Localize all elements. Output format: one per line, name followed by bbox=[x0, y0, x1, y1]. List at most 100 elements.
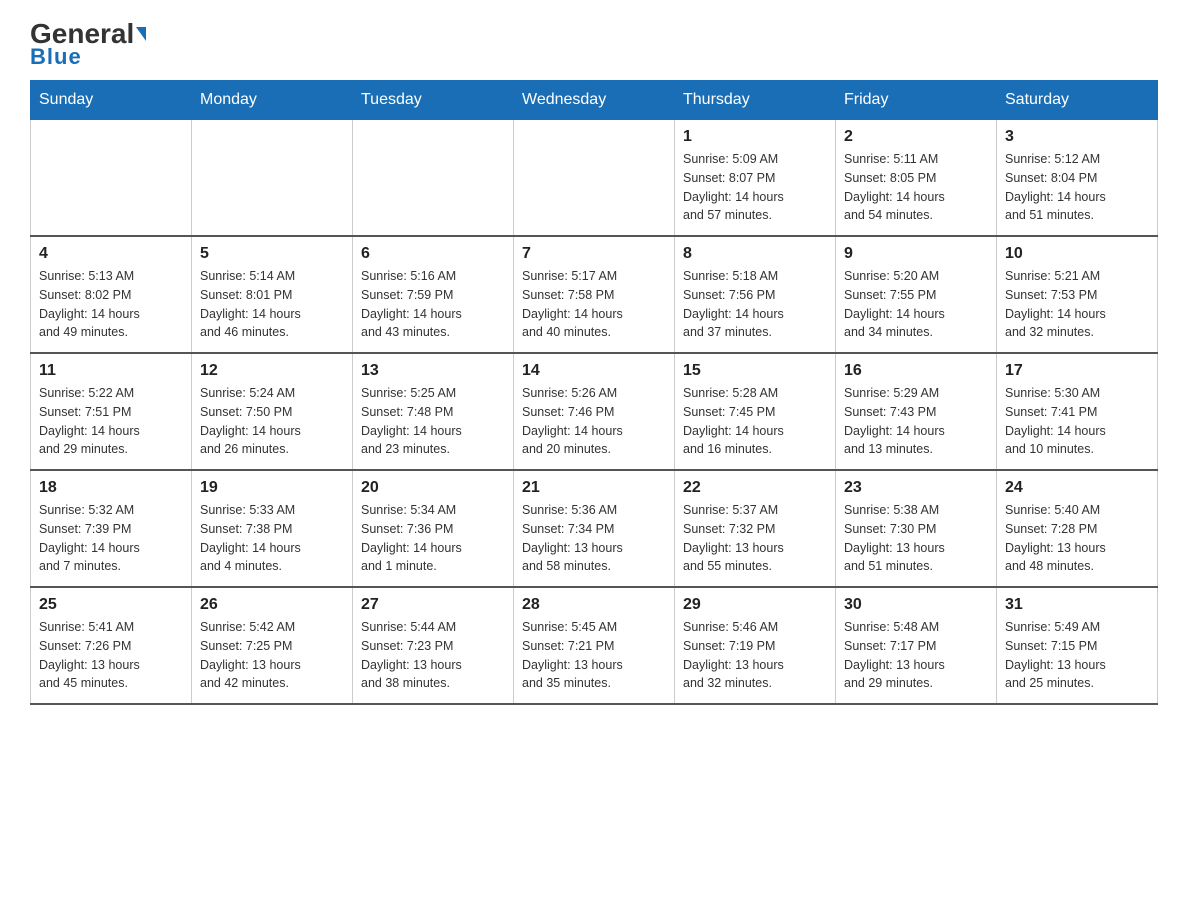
day-number: 26 bbox=[200, 596, 344, 614]
day-cell: 25 Sunrise: 5:41 AM Sunset: 7:26 PM Dayli… bbox=[31, 587, 192, 704]
day-cell: 2Sunrise: 5:11 AM Sunset: 8:05 PM Daylig… bbox=[836, 120, 997, 237]
day-number: 30 bbox=[844, 596, 988, 614]
day-info: Sunrise: 5:44 AM Sunset: 7:23 PM Dayligh… bbox=[361, 618, 505, 693]
day-cell: 29 Sunrise: 5:46 AM Sunset: 7:19 PM Dayli… bbox=[675, 587, 836, 704]
day-number: 15 bbox=[683, 362, 827, 380]
day-info: Sunrise: 5:46 AM Sunset: 7:19 PM Dayligh… bbox=[683, 618, 827, 693]
day-number: 3 bbox=[1005, 128, 1149, 146]
day-info: Sunrise: 5:40 AM Sunset: 7:28 PM Dayligh… bbox=[1005, 501, 1149, 576]
day-cell: 17 Sunrise: 5:30 AM Sunset: 7:41 PM Dayli… bbox=[997, 353, 1158, 470]
header-tuesday: Tuesday bbox=[353, 81, 514, 120]
day-cell: 28Sunrise: 5:45 AM Sunset: 7:21 PM Dayli… bbox=[514, 587, 675, 704]
day-cell: 3 Sunrise: 5:12 AM Sunset: 8:04 PM Daylig… bbox=[997, 120, 1158, 237]
day-info: Sunrise: 5:16 AM Sunset: 7:59 PM Dayligh… bbox=[361, 267, 505, 342]
day-cell bbox=[514, 120, 675, 237]
day-number: 27 bbox=[361, 596, 505, 614]
day-number: 16 bbox=[844, 362, 988, 380]
day-cell: 21Sunrise: 5:36 AM Sunset: 7:34 PM Dayli… bbox=[514, 470, 675, 587]
header-wednesday: Wednesday bbox=[514, 81, 675, 120]
day-info: Sunrise: 5:13 AM Sunset: 8:02 PM Dayligh… bbox=[39, 267, 183, 342]
header-row: SundayMondayTuesdayWednesdayThursdayFrid… bbox=[31, 81, 1158, 120]
day-cell: 4 Sunrise: 5:13 AM Sunset: 8:02 PM Daylig… bbox=[31, 236, 192, 353]
day-info: Sunrise: 5:33 AM Sunset: 7:38 PM Dayligh… bbox=[200, 501, 344, 576]
day-info: Sunrise: 5:28 AM Sunset: 7:45 PM Dayligh… bbox=[683, 384, 827, 459]
header-monday: Monday bbox=[192, 81, 353, 120]
calendar-body: 1 Sunrise: 5:09 AM Sunset: 8:07 PM Daylig… bbox=[31, 120, 1158, 705]
day-cell: 20Sunrise: 5:34 AM Sunset: 7:36 PM Dayli… bbox=[353, 470, 514, 587]
day-info: Sunrise: 5:48 AM Sunset: 7:17 PM Dayligh… bbox=[844, 618, 988, 693]
day-cell: 24 Sunrise: 5:40 AM Sunset: 7:28 PM Dayli… bbox=[997, 470, 1158, 587]
day-number: 7 bbox=[522, 245, 666, 263]
day-info: Sunrise: 5:21 AM Sunset: 7:53 PM Dayligh… bbox=[1005, 267, 1149, 342]
day-number: 20 bbox=[361, 479, 505, 497]
day-info: Sunrise: 5:26 AM Sunset: 7:46 PM Dayligh… bbox=[522, 384, 666, 459]
header-friday: Friday bbox=[836, 81, 997, 120]
week-row-5: 25 Sunrise: 5:41 AM Sunset: 7:26 PM Dayli… bbox=[31, 587, 1158, 704]
day-cell: 6 Sunrise: 5:16 AM Sunset: 7:59 PM Daylig… bbox=[353, 236, 514, 353]
week-row-4: 18 Sunrise: 5:32 AM Sunset: 7:39 PM Dayli… bbox=[31, 470, 1158, 587]
day-cell: 13 Sunrise: 5:25 AM Sunset: 7:48 PM Dayli… bbox=[353, 353, 514, 470]
day-number: 5 bbox=[200, 245, 344, 263]
day-info: Sunrise: 5:12 AM Sunset: 8:04 PM Dayligh… bbox=[1005, 150, 1149, 225]
day-cell: 18 Sunrise: 5:32 AM Sunset: 7:39 PM Dayli… bbox=[31, 470, 192, 587]
logo-blue: Blue bbox=[30, 44, 82, 70]
day-info: Sunrise: 5:18 AM Sunset: 7:56 PM Dayligh… bbox=[683, 267, 827, 342]
week-row-1: 1 Sunrise: 5:09 AM Sunset: 8:07 PM Daylig… bbox=[31, 120, 1158, 237]
day-info: Sunrise: 5:29 AM Sunset: 7:43 PM Dayligh… bbox=[844, 384, 988, 459]
header-thursday: Thursday bbox=[675, 81, 836, 120]
day-cell: 31Sunrise: 5:49 AM Sunset: 7:15 PM Dayli… bbox=[997, 587, 1158, 704]
day-info: Sunrise: 5:25 AM Sunset: 7:48 PM Dayligh… bbox=[361, 384, 505, 459]
day-number: 17 bbox=[1005, 362, 1149, 380]
day-cell: 12Sunrise: 5:24 AM Sunset: 7:50 PM Dayli… bbox=[192, 353, 353, 470]
day-cell: 9 Sunrise: 5:20 AM Sunset: 7:55 PM Daylig… bbox=[836, 236, 997, 353]
day-number: 14 bbox=[522, 362, 666, 380]
day-cell: 8 Sunrise: 5:18 AM Sunset: 7:56 PM Daylig… bbox=[675, 236, 836, 353]
day-cell: 19Sunrise: 5:33 AM Sunset: 7:38 PM Dayli… bbox=[192, 470, 353, 587]
day-number: 24 bbox=[1005, 479, 1149, 497]
page-header: General Blue bbox=[30, 20, 1158, 70]
day-cell: 5 Sunrise: 5:14 AM Sunset: 8:01 PM Daylig… bbox=[192, 236, 353, 353]
header-sunday: Sunday bbox=[31, 81, 192, 120]
day-number: 23 bbox=[844, 479, 988, 497]
day-info: Sunrise: 5:32 AM Sunset: 7:39 PM Dayligh… bbox=[39, 501, 183, 576]
day-number: 9 bbox=[844, 245, 988, 263]
day-info: Sunrise: 5:37 AM Sunset: 7:32 PM Dayligh… bbox=[683, 501, 827, 576]
day-info: Sunrise: 5:20 AM Sunset: 7:55 PM Dayligh… bbox=[844, 267, 988, 342]
day-cell: 27 Sunrise: 5:44 AM Sunset: 7:23 PM Dayli… bbox=[353, 587, 514, 704]
day-number: 2 bbox=[844, 128, 988, 146]
header-saturday: Saturday bbox=[997, 81, 1158, 120]
day-cell bbox=[353, 120, 514, 237]
day-info: Sunrise: 5:42 AM Sunset: 7:25 PM Dayligh… bbox=[200, 618, 344, 693]
day-cell: 14 Sunrise: 5:26 AM Sunset: 7:46 PM Dayli… bbox=[514, 353, 675, 470]
day-info: Sunrise: 5:14 AM Sunset: 8:01 PM Dayligh… bbox=[200, 267, 344, 342]
day-info: Sunrise: 5:30 AM Sunset: 7:41 PM Dayligh… bbox=[1005, 384, 1149, 459]
day-info: Sunrise: 5:09 AM Sunset: 8:07 PM Dayligh… bbox=[683, 150, 827, 225]
day-cell: 1 Sunrise: 5:09 AM Sunset: 8:07 PM Daylig… bbox=[675, 120, 836, 237]
day-info: Sunrise: 5:36 AM Sunset: 7:34 PM Dayligh… bbox=[522, 501, 666, 576]
day-cell: 15 Sunrise: 5:28 AM Sunset: 7:45 PM Dayli… bbox=[675, 353, 836, 470]
day-info: Sunrise: 5:22 AM Sunset: 7:51 PM Dayligh… bbox=[39, 384, 183, 459]
day-number: 8 bbox=[683, 245, 827, 263]
week-row-3: 11 Sunrise: 5:22 AM Sunset: 7:51 PM Dayli… bbox=[31, 353, 1158, 470]
day-cell bbox=[31, 120, 192, 237]
day-number: 31 bbox=[1005, 596, 1149, 614]
day-info: Sunrise: 5:38 AM Sunset: 7:30 PM Dayligh… bbox=[844, 501, 988, 576]
day-cell: 22 Sunrise: 5:37 AM Sunset: 7:32 PM Dayli… bbox=[675, 470, 836, 587]
day-info: Sunrise: 5:41 AM Sunset: 7:26 PM Dayligh… bbox=[39, 618, 183, 693]
day-number: 29 bbox=[683, 596, 827, 614]
day-number: 28 bbox=[522, 596, 666, 614]
day-number: 4 bbox=[39, 245, 183, 263]
day-info: Sunrise: 5:17 AM Sunset: 7:58 PM Dayligh… bbox=[522, 267, 666, 342]
logo: General Blue bbox=[30, 20, 146, 70]
day-number: 18 bbox=[39, 479, 183, 497]
day-cell: 26 Sunrise: 5:42 AM Sunset: 7:25 PM Dayli… bbox=[192, 587, 353, 704]
day-cell bbox=[192, 120, 353, 237]
day-number: 1 bbox=[683, 128, 827, 146]
day-number: 6 bbox=[361, 245, 505, 263]
day-number: 22 bbox=[683, 479, 827, 497]
day-number: 25 bbox=[39, 596, 183, 614]
day-number: 13 bbox=[361, 362, 505, 380]
calendar-table: SundayMondayTuesdayWednesdayThursdayFrid… bbox=[30, 80, 1158, 705]
day-number: 11 bbox=[39, 362, 183, 380]
day-number: 10 bbox=[1005, 245, 1149, 263]
